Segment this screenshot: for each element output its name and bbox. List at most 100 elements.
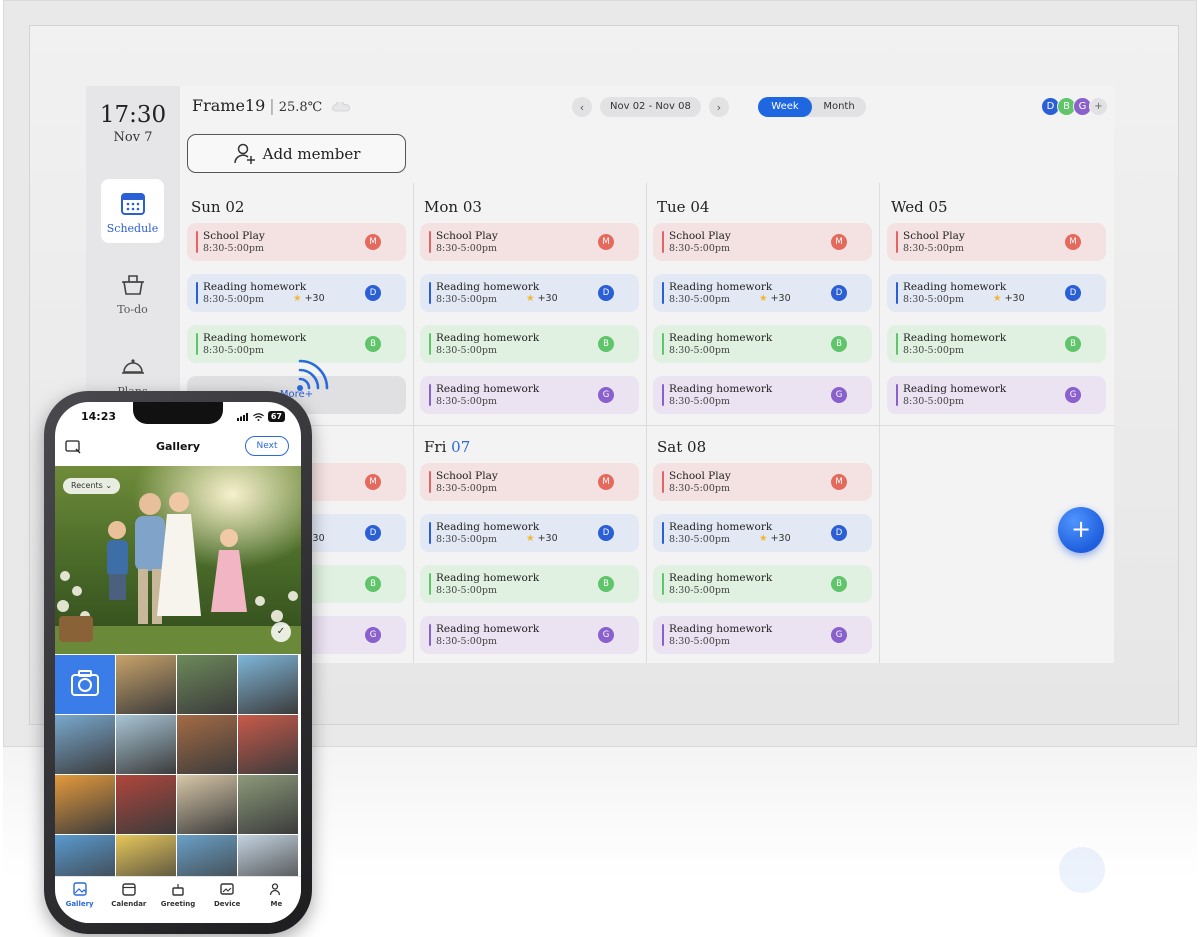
chevron-right-icon: › <box>716 100 722 114</box>
member-chip: M <box>831 234 847 250</box>
reflection-add-icon <box>1059 847 1105 893</box>
event-card[interactable]: Reading homework8:30-5:00pm ★ +30 D <box>420 514 639 552</box>
event-card[interactable]: School Play8:30-5:00pm M <box>187 223 406 261</box>
event-card[interactable]: School Play8:30-5:00pm M <box>653 223 872 261</box>
sidebar-item-label: Schedule <box>106 222 159 235</box>
day-name: Tue <box>657 198 686 216</box>
day-name: Wed <box>891 198 924 216</box>
event-card[interactable]: Reading homework8:30-5:00pm ★ +30 D <box>187 274 406 312</box>
add-member-button[interactable]: Add member <box>187 134 406 173</box>
recents-dropdown[interactable]: Recents ⌄ <box>63 478 121 494</box>
member-chip: G <box>831 627 847 643</box>
view-week-button[interactable]: Week <box>758 97 812 117</box>
event-card[interactable]: Reading homework8:30-5:00pm B <box>420 325 639 363</box>
member-chip: G <box>598 627 614 643</box>
day-column: Tue 04 School Play 8:30-5:00pm M Reading hom… <box>646 183 880 423</box>
event-color-bar <box>662 624 664 646</box>
photo-thumbnail[interactable] <box>116 775 176 834</box>
event-card[interactable]: Reading homework8:30-5:00pm G <box>887 376 1106 414</box>
brand-name: Frame19 <box>192 96 266 115</box>
photo-thumbnail[interactable] <box>177 775 237 834</box>
event-card[interactable]: School Play8:30-5:00pm M <box>887 223 1106 261</box>
event-time: 8:30-5:00pm <box>436 483 497 494</box>
event-title: School Play <box>903 230 965 242</box>
event-card[interactable]: Reading homework8:30-5:00pm B <box>420 565 639 603</box>
event-card[interactable]: School Play8:30-5:00pm M <box>420 463 639 501</box>
tab-calendar[interactable]: Calendar <box>104 877 153 923</box>
event-title: Reading homework <box>436 281 540 293</box>
member-chip: D <box>598 525 614 541</box>
event-time: 8:30-5:00pm <box>669 585 730 596</box>
event-card[interactable]: School Play8:30-5:00pm M <box>653 463 872 501</box>
photo-thumbnail[interactable] <box>177 655 237 714</box>
event-card[interactable]: Reading homework8:30-5:00pm G <box>420 616 639 654</box>
add-event-button[interactable]: + <box>1058 507 1104 553</box>
photo-thumbnail[interactable] <box>116 715 176 774</box>
member-chip: D <box>831 525 847 541</box>
date-range[interactable]: Nov 02 - Nov 08 <box>600 97 701 117</box>
star-icon: ★ <box>993 293 1002 304</box>
photo-thumbnail[interactable] <box>177 715 237 774</box>
tab-gallery[interactable]: Gallery <box>55 877 104 923</box>
reward-value: +30 <box>304 293 325 304</box>
tab-greeting[interactable]: Greeting <box>153 877 202 923</box>
event-card[interactable]: Reading homework8:30-5:00pm B <box>653 325 872 363</box>
event-card[interactable]: Reading homework8:30-5:00pm ★ +30 D <box>420 274 639 312</box>
tab-device[interactable]: Device <box>203 877 252 923</box>
event-card[interactable]: School Play8:30-5:00pm M <box>420 223 639 261</box>
event-time: 8:30-5:00pm <box>669 294 730 305</box>
prev-week-button[interactable]: ‹ <box>572 97 592 117</box>
next-week-button[interactable]: › <box>708 97 729 117</box>
event-card[interactable]: Reading homework8:30-5:00pm ★ +30 D <box>653 274 872 312</box>
star-icon: ★ <box>526 293 535 304</box>
event-time: 8:30-5:00pm <box>436 636 497 647</box>
chevron-left-icon: ‹ <box>579 100 585 114</box>
event-card[interactable]: Reading homework8:30-5:00pm ★ +30 D <box>887 274 1106 312</box>
frame-device-icon <box>220 883 234 895</box>
sidebar-item-todo[interactable]: To-do <box>101 260 164 324</box>
add-member-chip[interactable]: + <box>1089 97 1108 116</box>
member-chip: B <box>598 576 614 592</box>
event-card[interactable]: Reading homework8:30-5:00pm B <box>887 325 1106 363</box>
member-chip: D <box>598 285 614 301</box>
photo-thumbnail[interactable] <box>55 775 115 834</box>
tab-label: Me <box>270 900 283 908</box>
member-chip: G <box>365 627 381 643</box>
event-card[interactable]: Reading homework8:30-5:00pm ★ +30 D <box>653 514 872 552</box>
sidebar-item-schedule[interactable]: Schedule <box>101 179 164 243</box>
member-chip: B <box>831 336 847 352</box>
tab-me[interactable]: Me <box>252 877 301 923</box>
event-card[interactable]: Reading homework8:30-5:00pm G <box>653 616 872 654</box>
event-time: 8:30-5:00pm <box>669 345 730 356</box>
signal-icon <box>236 412 248 421</box>
event-color-bar <box>429 624 431 646</box>
event-color-bar <box>429 522 431 544</box>
photo-thumbnail[interactable] <box>238 775 298 834</box>
event-card[interactable]: Reading homework8:30-5:00pm G <box>420 376 639 414</box>
day-name: Sun <box>191 198 221 216</box>
event-card[interactable]: Reading homework8:30-5:00pm G <box>653 376 872 414</box>
event-color-bar <box>196 282 198 304</box>
reward-points: ★ +30 <box>293 293 325 304</box>
day-title: Mon 03 <box>424 198 482 216</box>
header-brand: Frame19 | 25.8℃ <box>192 96 351 115</box>
event-color-bar <box>662 471 664 493</box>
member-chip: G <box>1065 387 1081 403</box>
event-color-bar <box>896 231 898 253</box>
camera-tile[interactable] <box>55 655 115 714</box>
star-icon: ★ <box>759 533 768 544</box>
day-title: Fri 07 <box>424 438 470 456</box>
photo-thumbnail[interactable] <box>238 715 298 774</box>
event-card[interactable]: Reading homework8:30-5:00pm B <box>653 565 872 603</box>
photo-thumbnail[interactable] <box>238 655 298 714</box>
event-color-bar <box>429 333 431 355</box>
view-month-button[interactable]: Month <box>812 97 866 117</box>
tab-label: Greeting <box>160 900 196 908</box>
selected-photo[interactable]: Recents ⌄ ✓ <box>55 466 301 654</box>
event-title: Reading homework <box>669 623 773 635</box>
photo-thumbnail[interactable] <box>55 715 115 774</box>
select-check-icon[interactable]: ✓ <box>271 622 291 642</box>
photo-thumbnail[interactable] <box>116 655 176 714</box>
event-title: Reading homework <box>669 281 773 293</box>
next-button[interactable]: Next <box>245 436 289 456</box>
